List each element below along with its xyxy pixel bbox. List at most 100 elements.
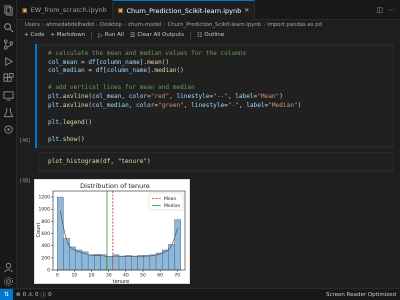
outline-button[interactable]: ☷ Outline bbox=[197, 32, 224, 39]
x-tick-label: 50 bbox=[140, 273, 146, 279]
breadcrumb-item[interactable]: import pandas as pd bbox=[267, 22, 322, 28]
breadcrumb: Users › ahmedabdelhadid › Desktop › churn-m… bbox=[17, 20, 400, 30]
toolbar-divider bbox=[190, 31, 192, 39]
jupyter-icon[interactable] bbox=[3, 124, 14, 135]
chart-title: Distribution of tenure bbox=[80, 182, 150, 190]
code-line: plt.axvline(col_median, color="green", l… bbox=[48, 101, 302, 109]
histogram-bar bbox=[63, 238, 70, 271]
code-line: plot_histogram(df, "tenure") bbox=[48, 158, 151, 166]
activity-bar bbox=[0, 0, 17, 288]
tab-label: Churn_Prediction_Scikit-learn.ipynb bbox=[126, 6, 242, 15]
run-all-label: Run All bbox=[104, 32, 124, 38]
histogram-bar bbox=[57, 196, 64, 271]
code-line: plt.legend() bbox=[48, 118, 93, 126]
breadcrumb-item[interactable]: ahmedabdelhadid bbox=[46, 22, 94, 28]
code-line: col_median = df[column_name].median() bbox=[48, 67, 184, 75]
histogram-bar bbox=[174, 219, 181, 271]
histogram-bar bbox=[168, 244, 175, 271]
output-menu-icon[interactable]: ⋯ bbox=[23, 179, 29, 186]
x-tick-label: 60 bbox=[157, 273, 163, 279]
code-line: plt.axvline(col_mean, color="red", lines… bbox=[48, 93, 283, 100]
notebook-icon: ▣ bbox=[22, 6, 28, 14]
tab-churn-prediction[interactable]: ▣ Churn_Prediction_Scikit-learn.ipynb ✕ bbox=[112, 0, 256, 20]
clear-icon: ☰ bbox=[129, 31, 136, 39]
chevron-right-icon: › bbox=[163, 22, 166, 28]
y-tick-label: 200 bbox=[41, 255, 50, 261]
histogram-bar bbox=[118, 255, 126, 271]
x-tick-label: 70 bbox=[174, 273, 180, 279]
screen-reader-status[interactable]: Screen Reader Optimized bbox=[326, 292, 400, 298]
warning-icon: ⚠ bbox=[28, 291, 34, 298]
error-icon: ⊗ bbox=[16, 291, 21, 298]
histogram-bar bbox=[87, 254, 95, 271]
remote-explorer-icon[interactable] bbox=[3, 90, 14, 101]
code-line: col_mean = df[column_name].mean() bbox=[48, 58, 170, 66]
outline-icon: ☷ bbox=[197, 31, 203, 39]
add-markdown-cell-button[interactable]: + Markdown bbox=[50, 32, 85, 38]
toolbar-divider bbox=[91, 31, 93, 39]
x-tick-label: 40 bbox=[123, 273, 129, 279]
chevron-right-icon: › bbox=[123, 22, 126, 28]
remote-indicator-icon[interactable]: ⇅ bbox=[0, 288, 13, 300]
source-control-icon[interactable] bbox=[3, 39, 14, 50]
x-axis-label: tenure bbox=[113, 279, 129, 285]
extensions-icon[interactable] bbox=[3, 73, 14, 84]
close-icon[interactable]: ✕ bbox=[244, 7, 249, 14]
warning-count: 0 bbox=[35, 291, 39, 298]
execution-count: [46] bbox=[20, 138, 31, 144]
histogram-bar bbox=[75, 249, 83, 271]
breadcrumb-item[interactable]: Churn_Prediction_Scikit-learn.ipynb bbox=[168, 22, 262, 28]
x-tick-label: 20 bbox=[89, 273, 95, 279]
code-line: plt.show() bbox=[48, 136, 85, 143]
x-tick-label: 30 bbox=[106, 273, 112, 279]
manage-gear-icon[interactable] bbox=[3, 276, 14, 287]
y-tick-label: 1200 bbox=[39, 195, 51, 201]
editor-actions: ◫ ⋯ bbox=[376, 0, 400, 19]
tab-ew-from-scratch[interactable]: ▣ EW_from_scratch.ipynb bbox=[17, 0, 113, 20]
explorer-icon[interactable] bbox=[3, 5, 14, 16]
split-editor-icon[interactable]: ◫ bbox=[376, 6, 383, 14]
cell-focus-indicator bbox=[35, 44, 37, 148]
info-icon: ⓘ bbox=[40, 292, 47, 299]
x-tick-label: 10 bbox=[72, 273, 78, 279]
more-actions-icon[interactable]: ⋯ bbox=[388, 6, 395, 14]
account-icon[interactable] bbox=[3, 262, 14, 273]
y-tick-label: 600 bbox=[41, 231, 50, 237]
histogram-bar bbox=[112, 254, 120, 271]
y-tick-label: 1000 bbox=[39, 207, 51, 213]
y-tick-label: 0 bbox=[47, 268, 50, 274]
histogram-bar bbox=[137, 255, 144, 271]
legend-label: Mean bbox=[164, 196, 176, 202]
histogram-bar bbox=[155, 252, 163, 271]
testing-icon[interactable] bbox=[3, 107, 14, 118]
play-icon: ▷ bbox=[98, 31, 103, 39]
clear-outputs-button[interactable]: ☰ Clear All Outputs bbox=[130, 32, 184, 39]
code-comment-line: # add vertical lines for mean and median bbox=[48, 84, 195, 92]
tab-label: EW_from_scratch.ipynb bbox=[30, 6, 107, 14]
chevron-right-icon: › bbox=[41, 22, 44, 28]
editor-tab-bar: ▣ EW_from_scratch.ipynb ▣ Churn_Predicti… bbox=[17, 0, 400, 20]
y-tick-label: 400 bbox=[41, 243, 50, 249]
x-tick-label: 0 bbox=[56, 273, 59, 279]
chevron-right-icon: › bbox=[263, 22, 266, 28]
run-debug-icon[interactable] bbox=[3, 56, 14, 67]
code-comment-line: # calculate the mean and median values f… bbox=[48, 50, 247, 57]
histogram-bar bbox=[131, 255, 138, 271]
histogram-bar bbox=[94, 253, 101, 271]
histogram-bar bbox=[124, 255, 132, 271]
problems-indicator[interactable]: ⊗ 0 ⚠ 0 ⓘ 0 bbox=[13, 291, 55, 299]
notebook-toolbar: + Code + Markdown ▷ Run All ☰ Clear All Ou… bbox=[17, 30, 400, 40]
breadcrumb-item[interactable]: Users bbox=[25, 22, 40, 28]
breadcrumb-item[interactable]: churn-model bbox=[128, 22, 161, 28]
breadcrumb-item[interactable]: Desktop bbox=[100, 22, 122, 28]
run-all-button[interactable]: ▷ Run All bbox=[98, 32, 124, 39]
search-icon[interactable] bbox=[3, 22, 14, 33]
clear-outputs-label: Clear All Outputs bbox=[137, 32, 185, 38]
chevron-right-icon: › bbox=[95, 22, 98, 28]
status-bar: ⇅ ⊗ 0 ⚠ 0 ⓘ 0 Screen Reader Optimized bbox=[0, 288, 400, 300]
legend-label: Median bbox=[164, 203, 181, 209]
notebook-icon: ▣ bbox=[117, 7, 124, 14]
histogram-bar bbox=[149, 254, 157, 271]
add-code-cell-button[interactable]: + Code bbox=[24, 32, 44, 38]
outline-label: Outline bbox=[204, 32, 225, 38]
